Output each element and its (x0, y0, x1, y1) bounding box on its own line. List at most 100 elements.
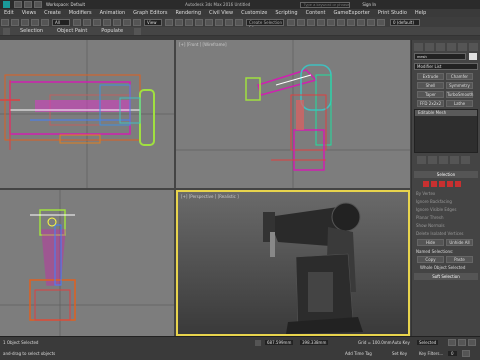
modifier-chamfer-button[interactable]: Chamfer (446, 73, 473, 80)
add-time-tag-button[interactable]: Add Time Tag (345, 351, 372, 356)
graphite-toggle-icon[interactable] (317, 18, 325, 26)
menu-rendering[interactable]: Rendering (171, 10, 205, 16)
search-input[interactable] (300, 1, 351, 8)
modifier-shell-button[interactable]: Shell (417, 82, 444, 89)
menu-create[interactable]: Create (40, 10, 65, 16)
redo-icon[interactable] (11, 18, 19, 26)
front-viewport-label[interactable]: [+] [Front ] [Wireframe] (179, 42, 227, 47)
window-crossing-icon[interactable] (103, 18, 111, 26)
vertex-icon[interactable] (423, 181, 429, 187)
modifier-taper-button[interactable]: Taper (417, 91, 444, 98)
ribbon-expand-icon[interactable] (3, 27, 10, 35)
link-icon[interactable] (21, 18, 29, 26)
ribbon-tab-selection[interactable]: Selection (13, 28, 50, 34)
hierarchy-tab-icon[interactable] (436, 43, 445, 51)
paste-button[interactable]: Paste (446, 256, 473, 263)
modifier-turbosmooth-button[interactable]: TurboSmooth (446, 91, 473, 98)
menu-views[interactable]: Views (18, 10, 40, 16)
render-setup-icon[interactable] (357, 18, 365, 26)
viewport-top[interactable] (0, 40, 174, 188)
quick-access-new-icon[interactable] (14, 1, 22, 8)
go-to-end-icon[interactable] (468, 339, 476, 346)
sign-in-link[interactable]: Sign In (362, 2, 376, 7)
edit-named-selection-icon[interactable] (235, 18, 243, 26)
object-name-field[interactable] (414, 53, 466, 60)
layer-dropdown[interactable]: 0 (default) (390, 18, 420, 26)
modify-tab-icon[interactable] (425, 43, 434, 51)
ribbon-tab-populate[interactable]: Populate (94, 28, 130, 34)
angle-snap-icon[interactable] (205, 18, 213, 26)
auto-key-button[interactable]: Auto Key (392, 340, 410, 345)
soft-selection-rollout[interactable]: Soft Selection (414, 273, 478, 280)
menu-gameexporter[interactable]: GameExporter (329, 10, 373, 16)
menu-content[interactable]: Content (302, 10, 330, 16)
menu-scripting[interactable]: Scripting (271, 10, 301, 16)
workspace-dropdown[interactable]: Workspace: Default (46, 2, 85, 7)
ignore-backfacing-checkbox[interactable]: Ignore Backfacing (416, 199, 452, 204)
make-unique-icon[interactable] (439, 156, 448, 164)
select-by-name-icon[interactable] (83, 18, 91, 26)
viewport-left[interactable] (0, 190, 174, 336)
bind-space-warp-icon[interactable] (41, 18, 49, 26)
ignore-visible-edges-checkbox[interactable]: Ignore Visible Edges (416, 207, 456, 212)
reference-coord-dropdown[interactable]: View (144, 18, 162, 26)
key-filters-button[interactable]: Key Filters... (419, 351, 443, 356)
show-end-result-icon[interactable] (428, 156, 437, 164)
key-mode-dropdown[interactable]: Selected (417, 340, 439, 345)
menu-graph-editors[interactable]: Graph Editors (129, 10, 171, 16)
rotate-icon[interactable] (123, 18, 131, 26)
selection-rollout[interactable]: Selection (414, 171, 478, 178)
menu-modifiers[interactable]: Modifiers (65, 10, 96, 16)
planar-thresh-field[interactable]: Planar Thresh (416, 215, 444, 220)
viewport-front[interactable]: [+] [Front ] [Wireframe] (176, 40, 410, 188)
y-coordinate[interactable]: 398.338mm (300, 340, 329, 345)
pin-stack-icon[interactable] (417, 156, 426, 164)
move-icon[interactable] (113, 18, 121, 26)
modifier-list-dropdown[interactable]: Modifier List (414, 63, 478, 70)
spinner-snap-icon[interactable] (225, 18, 233, 26)
app-logo-icon[interactable] (3, 1, 10, 8)
curve-editor-icon[interactable] (327, 18, 335, 26)
menu-help[interactable]: Help (411, 10, 430, 16)
menu-edit[interactable]: Edit (0, 10, 18, 16)
keyboard-shortcut-icon[interactable] (185, 18, 193, 26)
edge-icon[interactable] (431, 181, 437, 187)
rendered-frame-window-icon[interactable] (367, 18, 375, 26)
select-object-icon[interactable] (73, 18, 81, 26)
configure-sets-icon[interactable] (461, 156, 470, 164)
pivot-icon[interactable] (165, 18, 173, 26)
layer-manager-icon[interactable] (307, 18, 315, 26)
menu-print-studio[interactable]: Print Studio (374, 10, 411, 16)
lock-selection-icon[interactable] (255, 340, 261, 346)
menu-civil-view[interactable]: Civil View (205, 10, 237, 16)
viewport-perspective[interactable]: [+] [Perspective ] [Realistic ] (176, 190, 410, 336)
scale-icon[interactable] (133, 18, 141, 26)
utilities-tab-icon[interactable] (469, 43, 478, 51)
motion-tab-icon[interactable] (447, 43, 456, 51)
render-production-icon[interactable] (377, 18, 385, 26)
select-manipulate-icon[interactable] (175, 18, 183, 26)
delete-isolated-vertices-checkbox[interactable]: Delete Isolated Vertices (416, 231, 463, 236)
ribbon-options-icon[interactable] (134, 27, 142, 35)
perspective-viewport-label[interactable]: [+] [Perspective ] [Realistic ] (181, 194, 239, 199)
set-key-button[interactable]: Set Key (392, 351, 407, 356)
modifier-lathe-button[interactable]: Lathe (446, 100, 473, 107)
menu-animation[interactable]: Animation (96, 10, 130, 16)
hide-button[interactable]: Hide (417, 239, 444, 246)
polygon-icon[interactable] (447, 181, 453, 187)
percent-snap-icon[interactable] (215, 18, 223, 26)
schematic-view-icon[interactable] (337, 18, 345, 26)
mirror-icon[interactable] (287, 18, 295, 26)
go-to-start-icon[interactable] (448, 339, 456, 346)
unhide-all-button[interactable]: Unhide All (446, 239, 473, 246)
remove-modifier-icon[interactable] (450, 156, 459, 164)
snaps-toggle-icon[interactable] (195, 18, 203, 26)
copy-button[interactable]: Copy (417, 256, 444, 263)
ribbon-tab-object-paint[interactable]: Object Paint (50, 28, 94, 34)
quick-access-save-icon[interactable] (34, 1, 42, 8)
modifier-stack-item[interactable]: Editable Mesh (415, 110, 477, 116)
quick-access-open-icon[interactable] (24, 1, 32, 8)
zoom-extents-icon[interactable] (462, 350, 470, 357)
current-frame-field[interactable]: 0 (448, 351, 457, 356)
selection-filter-dropdown[interactable]: All (52, 18, 70, 26)
